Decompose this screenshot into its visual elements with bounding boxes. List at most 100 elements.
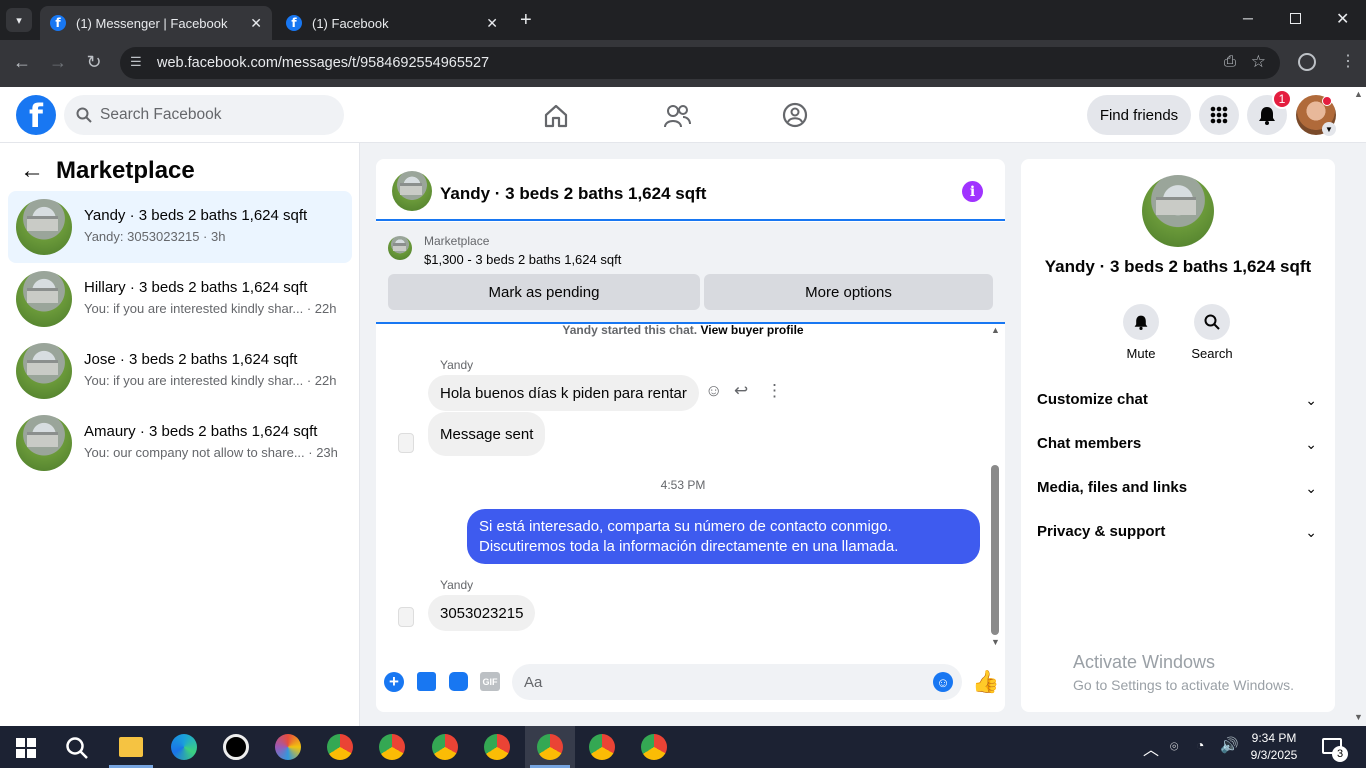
facebook-logo-icon[interactable]: f <box>16 95 56 135</box>
volume-icon[interactable]: 🔊 <box>1220 736 1239 754</box>
tab-list-button[interactable]: ▾ <box>6 8 32 32</box>
search-input[interactable]: Search Facebook <box>64 95 344 135</box>
close-window-icon[interactable]: ✕ <box>1336 9 1349 29</box>
profile-icon[interactable] <box>1298 53 1316 71</box>
tab-facebook[interactable]: f (1) Facebook ✕ <box>276 6 508 40</box>
tab-title: (1) Facebook <box>312 15 389 31</box>
conversation-item[interactable]: Jose · 3 beds 2 baths 1,624 sqft You: if… <box>8 335 352 407</box>
minimize-icon[interactable]: ─ <box>1243 10 1253 26</box>
windows-start-icon[interactable] <box>16 738 36 758</box>
scrollbar-thumb[interactable] <box>991 465 999 635</box>
groups-icon[interactable] <box>782 102 808 128</box>
more-actions-icon[interactable]: ⋮ <box>766 381 783 401</box>
listing-thumbnail <box>16 415 72 471</box>
search-button[interactable]: Search <box>1189 304 1235 361</box>
section-label: Media, files and links <box>1037 479 1188 496</box>
profile-thumbnail[interactable] <box>1142 175 1214 247</box>
chrome-icon[interactable] <box>327 734 353 760</box>
chat-thumbnail[interactable] <box>392 171 432 211</box>
listing-thumbnail <box>16 271 72 327</box>
outgoing-message[interactable]: Si está interesado, comparta su número d… <box>467 509 980 564</box>
home-icon[interactable] <box>543 103 569 129</box>
close-tab-icon[interactable]: ✕ <box>250 15 262 32</box>
show-hidden-icons[interactable]: ︿ <box>1143 736 1159 760</box>
reload-icon[interactable]: ↻ <box>82 52 106 73</box>
restore-icon[interactable] <box>1290 13 1301 24</box>
sticker-icon[interactable] <box>449 672 468 691</box>
chevron-down-icon: ⌄ <box>1305 392 1317 408</box>
composer-placeholder: Aa <box>524 673 543 691</box>
search-label: Search <box>1191 346 1233 361</box>
bookmark-star-icon[interactable]: ☆ <box>1251 52 1266 72</box>
plus-icon[interactable]: + <box>384 672 404 692</box>
close-tab-icon[interactable]: ✕ <box>486 15 498 32</box>
record-app-icon[interactable] <box>223 734 249 760</box>
conversation-item[interactable]: Hillary · 3 beds 2 baths 1,624 sqft You:… <box>8 263 352 335</box>
more-options-button[interactable]: More options <box>704 274 993 310</box>
mute-button[interactable]: Mute <box>1121 304 1161 361</box>
listing-thumbnail[interactable] <box>388 236 412 260</box>
emoji-icon[interactable]: ☺ <box>933 672 953 692</box>
message-input[interactable]: Aa <box>512 664 962 700</box>
chrome-profile-icon[interactable] <box>484 734 510 760</box>
conversation-preview: You: our company not allow to share... ·… <box>84 445 338 460</box>
sender-name: Yandy <box>440 578 474 592</box>
edge-icon[interactable] <box>171 734 197 760</box>
page-scroll-down-icon[interactable]: ▼ <box>1354 712 1363 722</box>
page-scroll-up-icon[interactable]: ▲ <box>1354 89 1363 99</box>
forward-icon[interactable]: → <box>46 52 70 73</box>
like-thumb-icon[interactable]: 👍 <box>972 669 999 695</box>
media-files-links-section[interactable]: Media, files and links ⌄ <box>1021 475 1335 503</box>
search-icon[interactable] <box>65 736 89 760</box>
chrome-profile-icon[interactable] <box>379 734 405 760</box>
privacy-support-section[interactable]: Privacy & support ⌄ <box>1021 519 1335 547</box>
incoming-message[interactable]: Message sent <box>428 412 546 456</box>
address-bar[interactable]: ☰ web.facebook.com/messages/t/9584692554… <box>120 47 1280 79</box>
clock[interactable]: 9:34 PM 9/3/2025 <box>1246 730 1302 764</box>
profile-name: Yandy · 3 beds 2 baths 1,624 sqft <box>1044 257 1312 276</box>
meet-now-icon[interactable]: ⌾ <box>1170 738 1178 755</box>
chrome-profile-icon[interactable] <box>641 734 667 760</box>
menu-grid-button[interactable] <box>1199 95 1239 135</box>
photo-icon[interactable] <box>417 672 436 691</box>
page-title: Marketplace <box>56 157 195 184</box>
listing-summary[interactable]: $1,300 - 3 beds 2 baths 1,624 sqft <box>424 252 621 267</box>
find-friends-button[interactable]: Find friends <box>1087 95 1191 135</box>
scroll-up-icon[interactable]: ▲ <box>991 325 1000 335</box>
account-chevron-icon[interactable]: ▼ <box>1322 122 1336 136</box>
conversation-preview: You: if you are interested kindly shar..… <box>84 301 337 316</box>
scroll-down-icon[interactable]: ▼ <box>991 637 1000 647</box>
menu-dots-icon[interactable]: ⋮ <box>1340 51 1356 71</box>
back-icon[interactable]: ← <box>10 52 34 73</box>
friends-icon[interactable] <box>663 103 691 129</box>
search-icon <box>76 107 92 123</box>
sender-avatar <box>398 433 414 453</box>
chat-members-section[interactable]: Chat members ⌄ <box>1021 431 1335 459</box>
chrome-profile-icon[interactable] <box>589 734 615 760</box>
incoming-message[interactable]: Hola buenos días k piden para rentar <box>428 375 699 411</box>
mark-as-pending-button[interactable]: Mark as pending <box>388 274 700 310</box>
conversation-item[interactable]: Yandy · 3 beds 2 baths 1,624 sqft Yandy:… <box>8 191 352 263</box>
view-buyer-profile-link[interactable]: View buyer profile <box>700 323 803 337</box>
file-explorer-icon[interactable] <box>119 737 143 757</box>
chrome-profile-icon[interactable] <box>432 734 458 760</box>
facebook-favicon-icon: f <box>286 15 302 31</box>
scrollbar-track[interactable]: ▲ ▼ <box>990 325 1002 649</box>
react-emoji-icon[interactable]: ☺ <box>705 381 722 401</box>
wifi-icon[interactable]: ◔ <box>1196 737 1204 753</box>
install-app-icon[interactable]: ⎙ <box>1224 53 1236 70</box>
chat-title[interactable]: Yandy · 3 beds 2 baths 1,624 sqft <box>440 184 706 204</box>
customize-chat-section[interactable]: Customize chat ⌄ <box>1021 387 1335 415</box>
back-arrow-icon[interactable]: ← <box>20 157 44 185</box>
site-info-icon[interactable]: ☰ <box>130 54 142 70</box>
paint-app-icon[interactable] <box>275 734 301 760</box>
timestamp: 4:53 PM <box>660 478 706 492</box>
new-tab-icon[interactable]: + <box>520 9 532 32</box>
reply-icon[interactable]: ↩ <box>734 381 748 401</box>
incoming-message[interactable]: 3053023215 <box>428 595 536 631</box>
conversation-item[interactable]: Amaury · 3 beds 2 baths 1,624 sqft You: … <box>8 407 352 479</box>
info-icon[interactable]: i <box>962 181 983 202</box>
gif-icon[interactable]: GIF <box>480 672 500 691</box>
tab-messenger[interactable]: f (1) Messenger | Facebook ✕ <box>40 6 272 40</box>
chrome-profile-icon[interactable] <box>537 734 563 760</box>
